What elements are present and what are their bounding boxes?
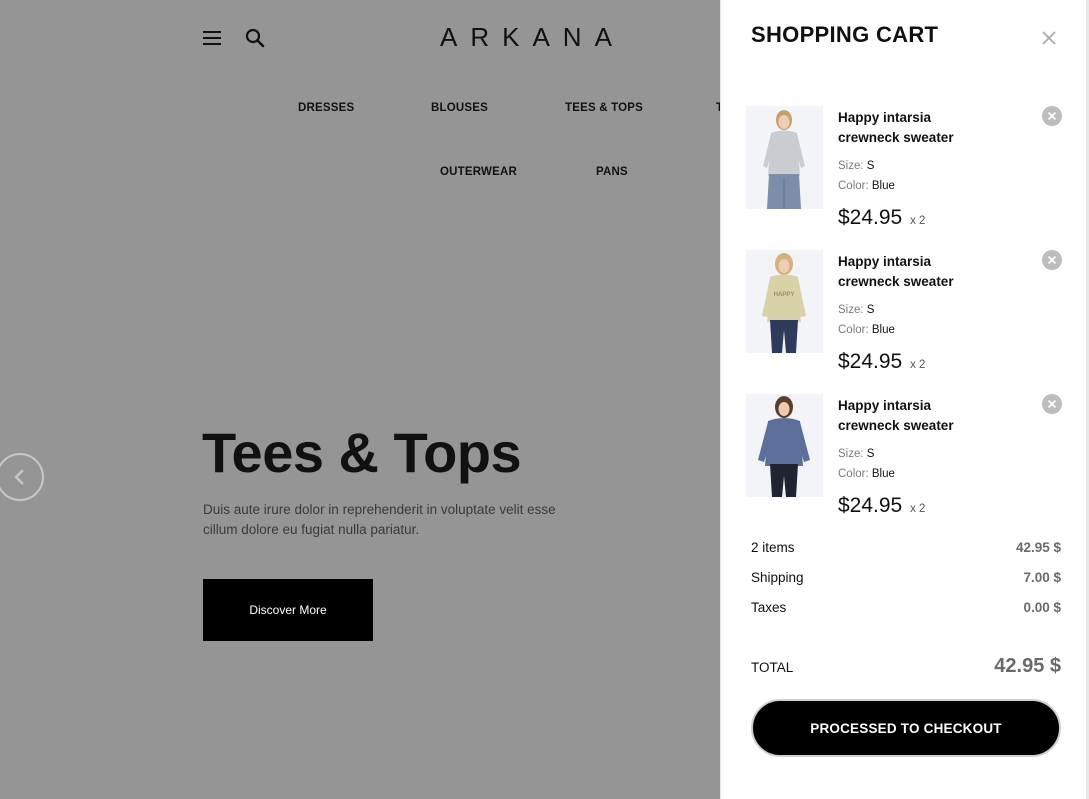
remove-icon[interactable] <box>1042 394 1062 414</box>
nav-item-outerwear[interactable]: OUTERWEAR <box>440 166 517 178</box>
hero-description: Duis aute irure dolor in reprehenderit i… <box>203 502 556 537</box>
product-name[interactable]: Happy intarsia crewneck sweater <box>838 108 988 148</box>
price-value: $24.95 <box>838 494 903 517</box>
product-size: Size: S <box>838 304 874 316</box>
color-label: Color: <box>838 180 869 192</box>
quantity: x 2 <box>910 359 926 371</box>
size-label: Size: <box>838 160 864 172</box>
size-label: Size: <box>838 304 864 316</box>
nav-item-dresses[interactable]: DRESSES <box>298 102 354 114</box>
product-image[interactable]: HAPPY <box>746 250 823 353</box>
quantity: x 2 <box>910 215 926 227</box>
shopping-cart-panel: SHOPPING CART Happy intarsia crewneck sw… <box>720 0 1089 799</box>
chevron-left-icon <box>14 469 24 485</box>
size-value: S <box>866 448 875 460</box>
color-value: Blue <box>871 324 895 336</box>
product-size: Size: S <box>838 448 874 460</box>
close-icon[interactable] <box>1041 30 1057 46</box>
site-logo[interactable]: ARKANA <box>440 22 625 53</box>
product-color: Color: Blue <box>838 324 895 336</box>
product-image[interactable] <box>746 394 823 497</box>
summary-taxes-row: Taxes 0.00 $ <box>751 600 1061 618</box>
product-price: $24.95 x 2 <box>838 350 925 374</box>
product-image[interactable] <box>746 106 823 209</box>
summary-shipping-row: Shipping 7.00 $ <box>751 570 1061 588</box>
price-value: $24.95 <box>838 350 903 373</box>
total-label: TOTAL <box>751 660 794 675</box>
quantity: x 2 <box>910 503 926 515</box>
search-icon[interactable] <box>245 28 265 48</box>
color-label: Color: <box>838 324 869 336</box>
shipping-label: Shipping <box>751 570 804 585</box>
hero-title: Tees & Tops <box>202 421 522 484</box>
cart-item: Happy intarsia crewneck sweater Size: S … <box>746 394 1066 534</box>
product-name[interactable]: Happy intarsia crewneck sweater <box>838 252 988 292</box>
product-price: $24.95 x 2 <box>838 494 925 518</box>
items-subtotal-value: 42.95 $ <box>1015 540 1061 555</box>
nav-item-tees-tops[interactable]: TEES & TOPS <box>565 102 643 114</box>
total-row: TOTAL 42.95 $ <box>751 655 1061 681</box>
color-label: Color: <box>838 468 869 480</box>
cart-title: SHOPPING CART <box>751 22 939 47</box>
size-value: S <box>866 304 875 316</box>
discover-more-button[interactable]: Discover More <box>203 579 373 641</box>
total-value: 42.95 $ <box>994 655 1061 677</box>
svg-text:HAPPY: HAPPY <box>774 292 795 298</box>
remove-icon[interactable] <box>1042 250 1062 270</box>
items-count-label: 2 items <box>751 540 795 555</box>
summary-items-row: 2 items 42.95 $ <box>751 540 1061 558</box>
menu-icon[interactable] <box>203 31 221 45</box>
taxes-label: Taxes <box>751 600 787 615</box>
slider-prev-button[interactable] <box>0 453 44 501</box>
price-value: $24.95 <box>838 206 903 229</box>
product-price: $24.95 x 2 <box>838 206 925 230</box>
cart-item: Happy intarsia crewneck sweater Size: S … <box>746 106 1066 246</box>
product-size: Size: S <box>838 160 874 172</box>
nav-item-blouses[interactable]: BLOUSES <box>431 102 488 114</box>
nav-item-pans[interactable]: PANS <box>596 166 628 178</box>
remove-icon[interactable] <box>1042 106 1062 126</box>
color-value: Blue <box>871 180 895 192</box>
shipping-value: 7.00 $ <box>1023 570 1061 585</box>
product-name[interactable]: Happy intarsia crewneck sweater <box>838 396 988 436</box>
cart-item: HAPPY Happy intarsia crewneck sweater Si… <box>746 250 1066 390</box>
product-color: Color: Blue <box>838 468 895 480</box>
size-value: S <box>866 160 875 172</box>
color-value: Blue <box>871 468 895 480</box>
product-color: Color: Blue <box>838 180 895 192</box>
checkout-button[interactable]: PROCESSED TO CHECKOUT <box>751 699 1061 757</box>
taxes-value: 0.00 $ <box>1023 600 1061 615</box>
size-label: Size: <box>838 448 864 460</box>
